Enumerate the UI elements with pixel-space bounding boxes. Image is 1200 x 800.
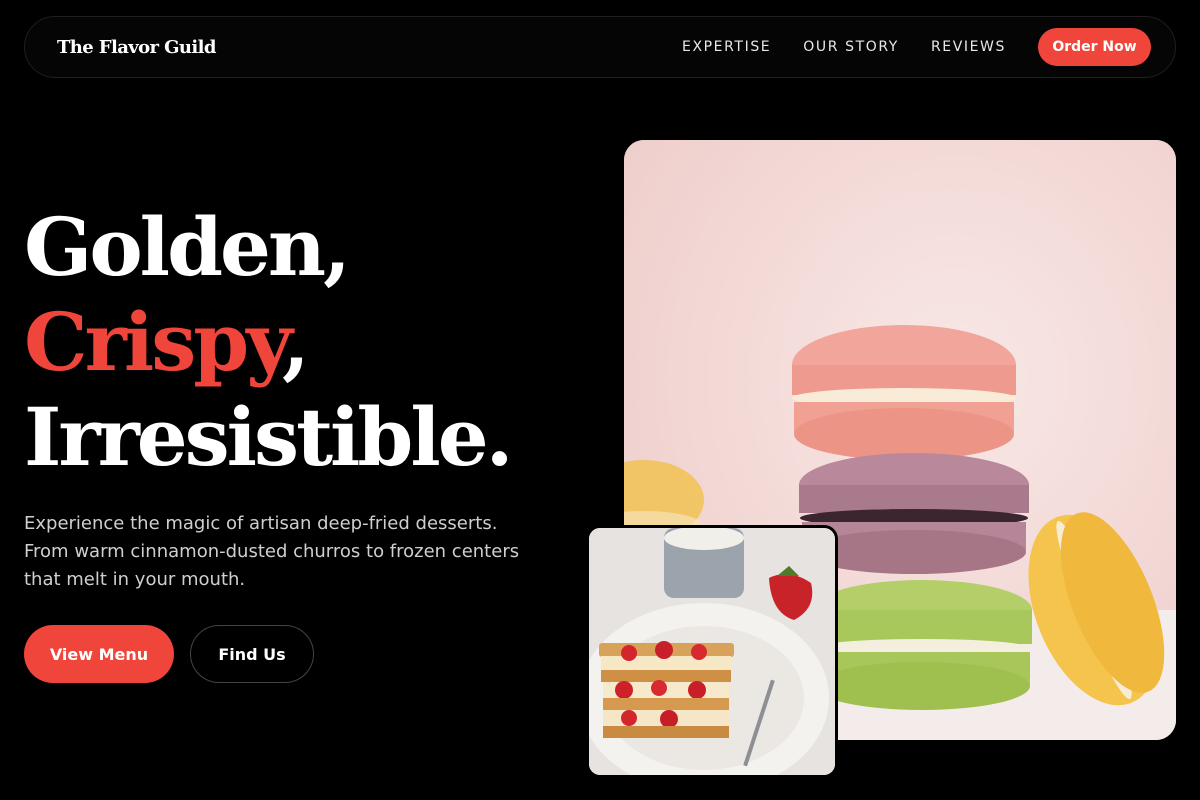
top-nav: The Flavor Guild EXPERTISE OUR STORY REV… <box>24 16 1176 78</box>
headline-line-1: Golden, <box>24 200 351 294</box>
find-us-button[interactable]: Find Us <box>190 625 314 683</box>
nav-link-our-story[interactable]: OUR STORY <box>803 39 899 55</box>
nav-link-expertise[interactable]: EXPERTISE <box>682 39 771 55</box>
view-menu-button[interactable]: View Menu <box>24 625 174 683</box>
headline-line-3: Irresistible. <box>24 390 514 484</box>
headline-line-2: Crispy, <box>24 295 511 390</box>
brand-logo[interactable]: The Flavor Guild <box>57 37 216 58</box>
nav-menu: EXPERTISE OUR STORY REVIEWS Order Now <box>682 28 1151 66</box>
nav-link-reviews[interactable]: REVIEWS <box>931 39 1006 55</box>
dessert-illustration <box>589 528 835 775</box>
hero-headline: Golden, Crispy, Irresistible. <box>24 200 514 485</box>
headline-accent-word: Crispy <box>24 295 285 389</box>
headline-comma: , <box>282 295 310 389</box>
order-now-button[interactable]: Order Now <box>1038 28 1151 66</box>
strawberry-dessert-image <box>586 525 838 778</box>
hero-description: Experience the magic of artisan deep-fri… <box>24 513 520 590</box>
